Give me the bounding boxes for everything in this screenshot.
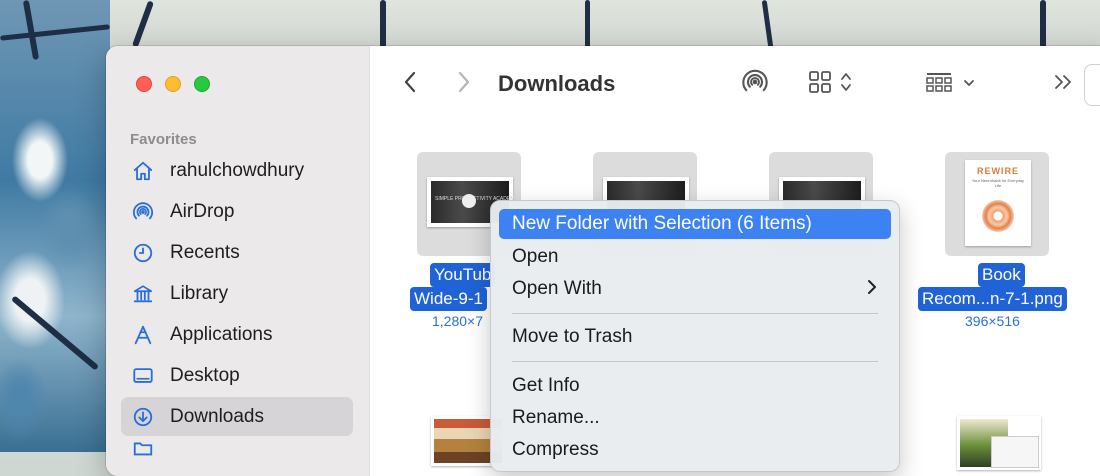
sidebar-item-label: Library bbox=[170, 282, 229, 304]
grid-view-icon bbox=[808, 70, 832, 99]
sidebar-item-label: rahulchowdhury bbox=[170, 159, 305, 181]
toolbar: Downloads bbox=[370, 46, 1100, 124]
sidebar-item-recents[interactable]: Recents bbox=[121, 233, 353, 272]
file-name: Recom...n-7-1.png bbox=[918, 287, 1067, 311]
menu-item-open-with[interactable]: Open With bbox=[499, 274, 891, 304]
download-icon bbox=[131, 405, 155, 429]
menu-item-open[interactable]: Open bbox=[499, 242, 891, 272]
forward-button[interactable] bbox=[452, 68, 476, 100]
double-chevron-icon bbox=[1053, 73, 1075, 96]
menu-item-get-info[interactable]: Get Info bbox=[499, 371, 891, 401]
applications-icon bbox=[131, 323, 155, 347]
file-name: YouTub bbox=[430, 263, 496, 287]
sidebar-item-partial[interactable] bbox=[121, 438, 353, 458]
menu-item-rename[interactable]: Rename... bbox=[499, 403, 891, 433]
minimize-window-button[interactable] bbox=[165, 76, 181, 92]
sidebar-item-home[interactable]: rahulchowdhury bbox=[121, 151, 353, 190]
sidebar-section-favorites: Favorites bbox=[130, 131, 197, 148]
airdrop-button[interactable] bbox=[740, 68, 770, 100]
sidebar-item-downloads[interactable]: Downloads bbox=[121, 397, 353, 436]
window-title: Downloads bbox=[498, 71, 616, 96]
group-view-icon bbox=[925, 70, 953, 99]
chevron-right-icon bbox=[457, 71, 471, 98]
chevron-left-icon bbox=[403, 71, 417, 98]
menu-separator bbox=[512, 313, 878, 314]
clock-icon bbox=[131, 241, 155, 265]
airdrop-icon bbox=[741, 68, 769, 101]
chevron-updown-icon bbox=[840, 71, 852, 98]
group-button[interactable] bbox=[922, 68, 978, 100]
zoom-window-button[interactable] bbox=[194, 76, 210, 92]
menu-item-compress[interactable]: Compress bbox=[499, 435, 891, 465]
sidebar-item-applications[interactable]: Applications bbox=[121, 315, 353, 354]
book-cover-graphic bbox=[982, 200, 1014, 232]
sidebar-item-label: Downloads bbox=[170, 405, 264, 427]
sidebar-item-label: Desktop bbox=[170, 364, 240, 386]
sidebar-item-label: AirDrop bbox=[170, 200, 235, 222]
book-title: REWIRE bbox=[977, 166, 1019, 176]
view-mode-button[interactable] bbox=[802, 68, 858, 100]
menu-item-move-to-trash[interactable]: Move to Trash bbox=[499, 322, 891, 352]
file-name: Wide-9-1 bbox=[410, 287, 487, 311]
sidebar-list: rahulchowdhury AirDrop Recents Library A… bbox=[121, 151, 353, 460]
menu-item-new-folder-with-selection[interactable]: New Folder with Selection (6 Items) bbox=[499, 209, 891, 239]
submenu-chevron-icon bbox=[867, 278, 877, 301]
airdrop-icon bbox=[131, 200, 155, 224]
close-window-button[interactable] bbox=[136, 76, 152, 92]
play-icon bbox=[462, 194, 476, 208]
chevron-down-icon bbox=[963, 75, 975, 93]
file-thumbnail bbox=[957, 416, 1041, 470]
sidebar-item-label: Applications bbox=[170, 323, 273, 345]
menu-item-label: Open With bbox=[512, 278, 602, 299]
file-dimensions: 396×516 bbox=[965, 313, 1020, 329]
context-menu: New Folder with Selection (6 Items) Open… bbox=[490, 200, 900, 472]
home-icon bbox=[131, 159, 155, 183]
sidebar-item-library[interactable]: Library bbox=[121, 274, 353, 313]
library-icon bbox=[131, 282, 155, 306]
sidebar: Favorites rahulchowdhury AirDrop Recents bbox=[106, 46, 370, 476]
desktop-icon bbox=[131, 364, 155, 388]
search-field[interactable] bbox=[1084, 64, 1100, 106]
book-subtitle: Your Neurohabit for Everyday Life bbox=[971, 178, 1025, 188]
book-cover: REWIRE Your Neurohabit for Everyday Life bbox=[965, 160, 1031, 246]
back-button[interactable] bbox=[398, 68, 422, 100]
menu-separator bbox=[512, 361, 878, 362]
sidebar-item-desktop[interactable]: Desktop bbox=[121, 356, 353, 395]
file-name: Book bbox=[978, 263, 1025, 287]
file-dimensions: 1,280×7 bbox=[432, 313, 483, 329]
sidebar-item-label: Recents bbox=[170, 241, 240, 263]
sidebar-item-airdrop[interactable]: AirDrop bbox=[121, 192, 353, 231]
folder-icon bbox=[131, 438, 155, 458]
more-toolbar-button[interactable] bbox=[1050, 68, 1078, 100]
